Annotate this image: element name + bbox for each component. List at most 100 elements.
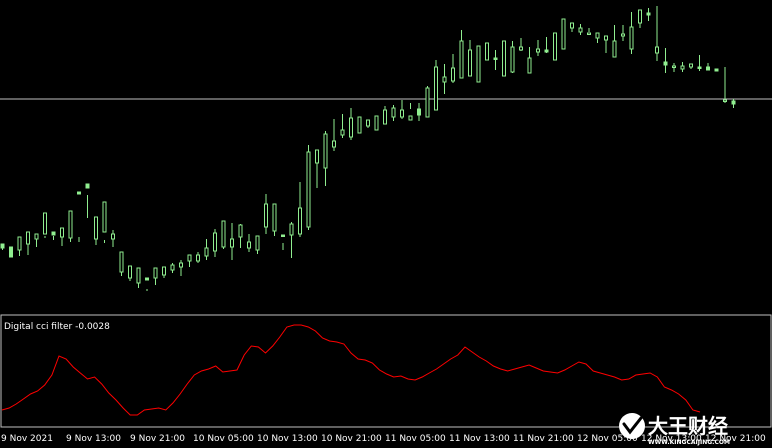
candle-body <box>247 241 251 249</box>
candle-body <box>111 233 115 240</box>
candle-body <box>400 109 404 118</box>
x-tick-label: 9 Nov 13:00 <box>66 434 121 444</box>
x-tick-label: 10 Nov 13:00 <box>257 434 318 444</box>
candle-body <box>391 107 396 118</box>
x-tick-label: 10 Nov 05:00 <box>193 434 254 444</box>
candle-body <box>723 99 727 102</box>
candle-body <box>264 203 268 228</box>
candle-body <box>468 49 472 77</box>
x-tick-label: 11 Nov 21:00 <box>513 434 574 444</box>
candle-body <box>340 129 345 136</box>
candle-body <box>553 32 557 61</box>
candle-body <box>128 265 132 279</box>
x-tick-label: 10 Nov 21:00 <box>321 434 382 444</box>
candle-body <box>289 223 294 236</box>
candle-body <box>629 26 634 50</box>
candle-body <box>9 246 13 258</box>
candle-body <box>502 40 506 77</box>
candle-body <box>408 115 413 121</box>
candle-body <box>145 277 149 281</box>
candle-body <box>119 251 124 273</box>
candle-body <box>595 32 600 39</box>
candle-body <box>272 203 277 232</box>
candle-body <box>68 210 73 239</box>
candle-body <box>255 235 260 251</box>
candle-body <box>187 254 192 262</box>
candle-body <box>417 108 421 116</box>
candle-body <box>451 67 455 82</box>
candle-body <box>493 57 498 60</box>
candle-body <box>680 65 685 70</box>
candle-body <box>17 236 22 251</box>
candle-body <box>374 115 379 131</box>
candle-body <box>672 65 676 68</box>
candle-body <box>213 232 217 252</box>
trading-chart[interactable]: Digital cci filter -0.0028 9 Nov 2021 9 … <box>0 0 772 448</box>
x-tick-label: 9 Nov 2021 <box>1 434 53 444</box>
candle-body <box>60 227 64 238</box>
candle-body <box>170 264 175 271</box>
candle-body <box>612 40 617 58</box>
candle-body <box>306 151 311 228</box>
candle-body <box>162 266 166 276</box>
candle-body <box>476 45 481 83</box>
candle-body <box>204 247 209 257</box>
candle-body <box>323 133 328 169</box>
watermark-url: WWW.KINGCAIJING.COM <box>648 439 730 446</box>
candle-body <box>349 117 353 138</box>
candle-body <box>544 49 549 53</box>
chart-background <box>0 0 772 448</box>
candle-body <box>34 233 39 240</box>
candle-body <box>561 18 566 50</box>
watermark-brand: 大王财经 <box>648 414 728 438</box>
candle-body <box>366 119 370 127</box>
candle-body <box>281 234 285 237</box>
candle-body <box>663 61 668 66</box>
x-tick-label: 9 Nov 21:00 <box>130 434 185 444</box>
candle-body <box>706 66 710 71</box>
candle-body <box>43 212 47 235</box>
candle-body <box>238 224 243 238</box>
candle-body <box>621 33 625 37</box>
candle-body <box>315 149 319 164</box>
candle-body <box>102 201 107 233</box>
candle-body <box>519 46 523 51</box>
candle-body <box>94 216 98 240</box>
candle-body <box>425 87 430 118</box>
candle-body <box>434 66 438 111</box>
candle-body <box>51 231 56 236</box>
candle-body <box>638 9 642 24</box>
candle-body <box>527 57 532 74</box>
candle-body <box>298 207 302 235</box>
candle-body <box>332 140 336 148</box>
candle-body <box>442 76 447 83</box>
candle-body <box>536 48 540 53</box>
candle-body <box>646 12 651 16</box>
candle-body <box>578 27 583 33</box>
candle-body <box>697 66 702 69</box>
candle-body <box>26 231 30 245</box>
candle-body <box>196 254 200 262</box>
candle-body <box>383 109 387 125</box>
candle-body <box>587 32 591 35</box>
candle-body <box>77 191 81 195</box>
candle-body <box>230 238 234 248</box>
candle-body <box>604 35 608 41</box>
candle-body <box>221 220 226 248</box>
candle-body <box>459 40 464 79</box>
candle-body <box>136 267 141 284</box>
candle-body <box>689 63 693 68</box>
candle-body <box>179 262 183 268</box>
x-tick-label: 11 Nov 05:00 <box>385 434 446 444</box>
x-tick-label: 11 Nov 13:00 <box>449 434 510 444</box>
candle-body <box>485 42 489 61</box>
candle-body <box>85 183 90 189</box>
candle-body <box>655 46 659 54</box>
indicator-label: Digital cci filter -0.0028 <box>4 322 110 332</box>
candle-body <box>357 116 362 134</box>
candle-body <box>153 267 158 279</box>
candle-body <box>510 46 515 73</box>
candle-body <box>714 68 719 72</box>
candle-body <box>0 243 5 249</box>
candle-body <box>570 22 574 29</box>
